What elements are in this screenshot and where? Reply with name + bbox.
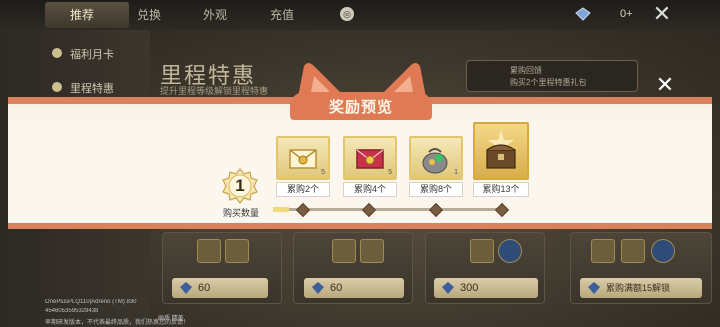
reward-item-envelope[interactable]: 5 — [276, 136, 330, 180]
diamond-icon — [312, 282, 324, 294]
price-button[interactable]: 60 — [304, 278, 404, 298]
purchase-count-label: 购买数量 — [222, 208, 259, 218]
diamond-icon — [442, 282, 454, 294]
close-icon[interactable]: ✕ — [652, 3, 672, 25]
graphics-quality: 画质 精美 — [158, 316, 184, 322]
reward-count: 5 — [321, 169, 325, 176]
reward-count: 5 — [388, 169, 392, 176]
quest-title: 累购回馈 — [510, 66, 542, 75]
item-slot-icon — [470, 239, 494, 263]
currency-value: 0+ — [620, 8, 633, 20]
device-info: OnePlusPLQ110|Adreno (TM) 830 — [45, 299, 137, 305]
price-button[interactable]: 300 — [434, 278, 538, 298]
sidebar-dot-icon — [52, 82, 62, 92]
banner-subtitle: 提升里程等级解锁里程特惠 — [160, 86, 269, 96]
price-label: 60 — [330, 282, 343, 294]
item-slot-icon — [225, 239, 249, 263]
reward-label: 累购8个 — [409, 182, 463, 197]
quest-description: 购买2个里程特惠礼包 — [510, 78, 587, 87]
item-slot-icon — [197, 239, 221, 263]
item-slot-icon — [591, 239, 615, 263]
reward-label: 累购2个 — [276, 182, 330, 197]
device-id: 4546053595329438 — [45, 308, 99, 314]
diamond-icon — [180, 282, 192, 294]
price-label: 60 — [198, 282, 211, 294]
reward-item-treasure-chest[interactable] — [473, 122, 529, 180]
tab-recharge[interactable]: 充值 — [270, 6, 294, 23]
reward-label: 累购13个 — [473, 182, 529, 197]
progress-fill — [273, 207, 289, 212]
tab-appearance[interactable]: 外观 — [203, 6, 227, 23]
reward-count: 1 — [454, 169, 458, 176]
coin-icon: ◎ — [340, 7, 354, 21]
tab-exchange[interactable]: 兑换 — [137, 6, 161, 23]
item-slot-icon — [621, 239, 645, 263]
close-icon[interactable]: ✕ — [654, 74, 676, 96]
price-label: 累购满额15解锁 — [606, 283, 671, 293]
price-button[interactable]: 累购满额15解锁 — [580, 278, 702, 298]
sidebar-item-mileage-deal[interactable]: 里程特惠 — [70, 80, 114, 96]
reward-item-red-envelope[interactable]: 5 — [343, 136, 397, 180]
modal-title: 奖励预览 — [328, 99, 393, 116]
sidebar-dot-icon — [52, 48, 62, 58]
diamond-icon — [588, 282, 600, 294]
item-slot-icon — [651, 239, 675, 263]
treasure-chest-icon — [486, 130, 516, 169]
price-button[interactable]: 60 — [172, 278, 268, 298]
reward-item-treasure-bag[interactable]: 1 — [409, 136, 463, 180]
top-nav-bar: 推荐 兑换 外观 充值 ◎ 0+ ✕ — [0, 0, 720, 30]
purchase-count: 1 — [235, 176, 245, 195]
item-slot-icon — [498, 239, 522, 263]
item-slot-icon — [360, 239, 384, 263]
sidebar-item-monthly-card[interactable]: 福利月卡 — [70, 46, 114, 62]
tab-recommended[interactable]: 推荐 — [70, 6, 94, 23]
price-label: 300 — [460, 282, 479, 294]
item-slot-icon — [332, 239, 356, 263]
reward-label: 累购4个 — [343, 182, 397, 197]
diamond-icon — [575, 7, 591, 21]
